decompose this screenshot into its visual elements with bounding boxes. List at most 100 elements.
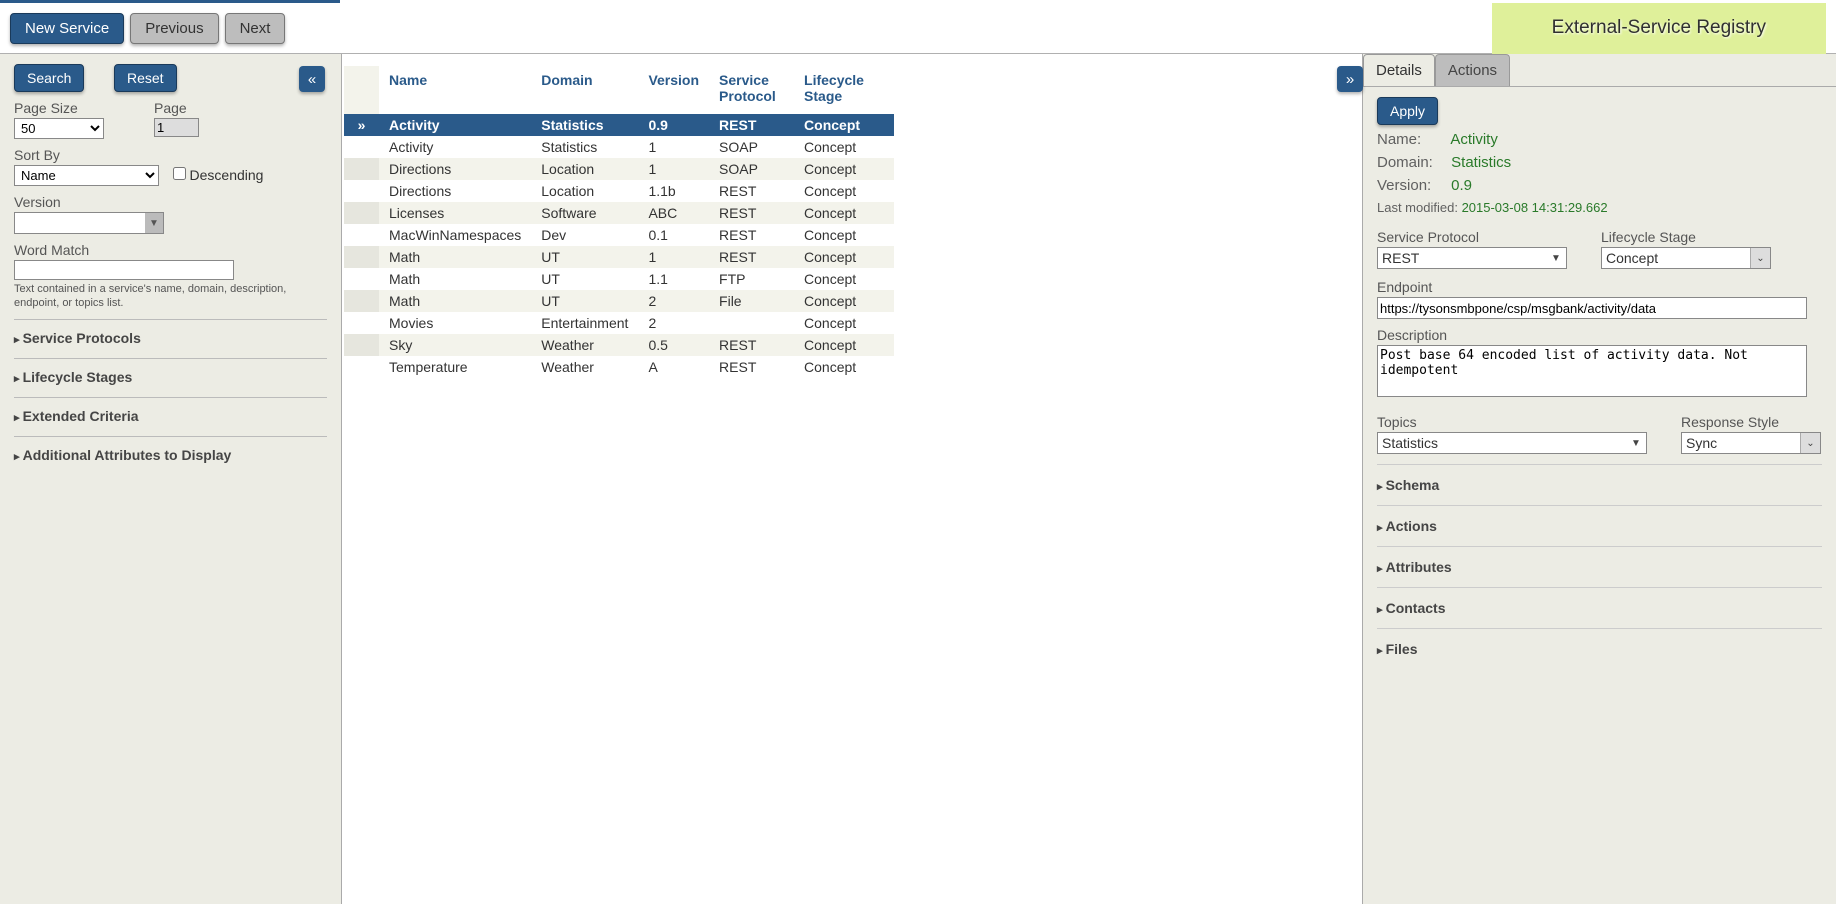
reset-button[interactable]: Reset [114, 64, 177, 92]
row-marker [344, 224, 379, 246]
page-label: Page [154, 100, 199, 116]
cell-name: Math [379, 246, 531, 268]
cell-name: Math [379, 268, 531, 290]
cell-domain: Location [531, 180, 638, 202]
section-attributes[interactable]: Attributes [1377, 546, 1822, 579]
topics-label: Topics [1377, 414, 1647, 430]
col-stage[interactable]: Lifecycle Stage [794, 66, 894, 114]
sortby-select[interactable]: Name [14, 165, 159, 186]
row-marker [344, 202, 379, 224]
cell-version: 2 [638, 312, 709, 334]
table-row[interactable]: MathUT2FileConcept [344, 290, 894, 312]
table-row[interactable]: ActivityStatistics1SOAPConcept [344, 136, 894, 158]
next-button[interactable]: Next [225, 13, 286, 44]
cell-version: 1 [638, 246, 709, 268]
section-schema[interactable]: Schema [1377, 464, 1822, 497]
section-service-protocols[interactable]: Service Protocols [14, 319, 327, 350]
descending-label: Descending [190, 167, 264, 183]
cell-version: 1 [638, 158, 709, 180]
table-row[interactable]: LicensesSoftwareABCRESTConcept [344, 202, 894, 224]
row-marker [344, 136, 379, 158]
collapse-left-icon[interactable]: « [299, 66, 325, 92]
wordmatch-input[interactable] [14, 260, 234, 280]
cell-version: A [638, 356, 709, 378]
previous-button[interactable]: Previous [130, 13, 218, 44]
col-version[interactable]: Version [638, 66, 709, 114]
wordmatch-help: Text contained in a service's name, doma… [14, 282, 327, 311]
cell-version: 0.5 [638, 334, 709, 356]
section-contacts[interactable]: Contacts [1377, 587, 1822, 620]
cell-name: Activity [379, 114, 531, 136]
tab-details[interactable]: Details [1363, 54, 1435, 86]
cell-version: 2 [638, 290, 709, 312]
table-row[interactable]: MathUT1RESTConcept [344, 246, 894, 268]
cell-version: 1.1b [638, 180, 709, 202]
search-sidebar: « Search Reset Page Size 50 Page Sort By… [0, 54, 342, 904]
response-select[interactable]: Sync⌄ [1681, 432, 1821, 454]
cell-name: MacWinNamespaces [379, 224, 531, 246]
stage-select[interactable]: Concept⌄ [1601, 247, 1771, 269]
cell-domain: UT [531, 290, 638, 312]
col-domain[interactable]: Domain [531, 66, 638, 114]
section-lifecycle-stages[interactable]: Lifecycle Stages [14, 358, 327, 389]
dropdown-icon: ▼ [1546, 248, 1566, 268]
table-row[interactable]: MacWinNamespacesDev0.1RESTConcept [344, 224, 894, 246]
topics-combo[interactable]: Statistics▼ [1377, 432, 1647, 454]
version-key: Version: [1377, 177, 1447, 194]
cell-stage: Concept [794, 158, 894, 180]
cell-stage: Concept [794, 312, 894, 334]
table-row[interactable]: SkyWeather0.5RESTConcept [344, 334, 894, 356]
cell-stage: Concept [794, 202, 894, 224]
cell-protocol: REST [709, 334, 794, 356]
version-combo[interactable]: ▼ [14, 212, 164, 234]
apply-button[interactable]: Apply [1377, 97, 1438, 125]
row-marker [344, 268, 379, 290]
cell-protocol [709, 312, 794, 334]
dropdown-icon: ⌄ [1750, 248, 1770, 268]
name-value: Activity [1450, 131, 1498, 148]
cell-stage: Concept [794, 136, 894, 158]
table-row[interactable]: TemperatureWeatherARESTConcept [344, 356, 894, 378]
cell-domain: Statistics [531, 114, 638, 136]
tab-actions[interactable]: Actions [1435, 54, 1510, 86]
table-row[interactable]: DirectionsLocation1.1bRESTConcept [344, 180, 894, 202]
cell-domain: UT [531, 268, 638, 290]
cell-stage: Concept [794, 246, 894, 268]
dropdown-icon: ▼ [1626, 433, 1646, 453]
cell-domain: Weather [531, 356, 638, 378]
col-protocol[interactable]: Service Protocol [709, 66, 794, 114]
section-extended-criteria[interactable]: Extended Criteria [14, 397, 327, 428]
section-actions[interactable]: Actions [1377, 505, 1822, 538]
row-marker [344, 158, 379, 180]
col-name[interactable]: Name [379, 66, 531, 114]
row-marker-header [344, 66, 379, 114]
page-number-input[interactable] [154, 118, 199, 137]
lastmod-value: 2015-03-08 14:31:29.662 [1462, 200, 1608, 215]
table-row[interactable]: MathUT1.1FTPConcept [344, 268, 894, 290]
protocol-combo[interactable]: REST▼ [1377, 247, 1567, 269]
cell-protocol: SOAP [709, 158, 794, 180]
section-additional-attributes[interactable]: Additional Attributes to Display [14, 436, 327, 467]
description-textarea[interactable]: Post base 64 encoded list of activity da… [1377, 345, 1807, 397]
cell-protocol: File [709, 290, 794, 312]
section-files[interactable]: Files [1377, 628, 1822, 661]
row-marker: » [344, 114, 379, 136]
descending-checkbox[interactable] [173, 167, 186, 180]
expand-right-icon[interactable]: » [1337, 66, 1363, 92]
table-row[interactable]: »ActivityStatistics0.9RESTConcept [344, 114, 894, 136]
services-table: Name Domain Version Service Protocol Lif… [344, 66, 894, 378]
cell-stage: Concept [794, 334, 894, 356]
cell-version: 0.9 [638, 114, 709, 136]
search-button[interactable]: Search [14, 64, 84, 92]
dropdown-icon: ▼ [145, 213, 163, 233]
table-row[interactable]: MoviesEntertainment2Concept [344, 312, 894, 334]
page-size-select[interactable]: 50 [14, 118, 104, 139]
table-row[interactable]: DirectionsLocation1SOAPConcept [344, 158, 894, 180]
new-service-button[interactable]: New Service [10, 13, 124, 44]
cell-protocol: REST [709, 180, 794, 202]
row-marker [344, 356, 379, 378]
endpoint-input[interactable] [1377, 297, 1807, 319]
cell-domain: Entertainment [531, 312, 638, 334]
cell-version: 0.1 [638, 224, 709, 246]
response-label: Response Style [1681, 414, 1821, 430]
